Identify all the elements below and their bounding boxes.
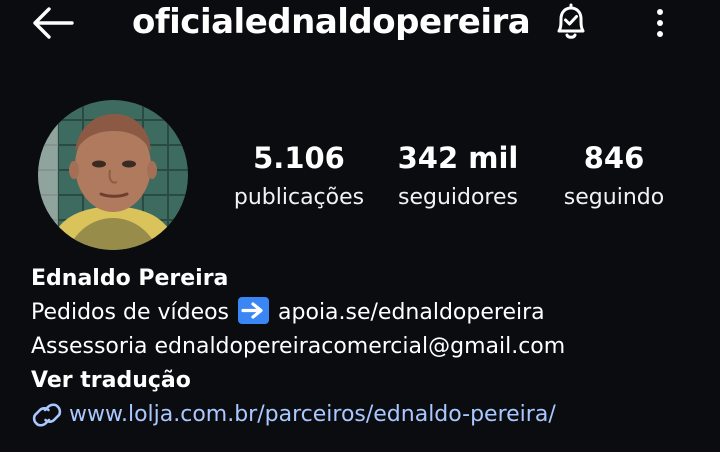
profile-bio: Ednaldo Pereira Pedidos de vídeos apoia.… xyxy=(31,262,565,432)
arrow-right-emoji-icon xyxy=(238,297,270,324)
stat-following[interactable]: 846 seguindo xyxy=(556,138,672,218)
see-translation-button[interactable]: Ver tradução xyxy=(31,364,565,398)
profile-avatar[interactable] xyxy=(38,100,188,250)
profile-external-link[interactable]: www.lolja.com.br/parceiros/ednaldo-perei… xyxy=(31,398,565,432)
stat-followers-label: seguidores xyxy=(397,185,518,210)
profile-link-text[interactable]: www.lolja.com.br/parceiros/ednaldo-perei… xyxy=(69,398,556,432)
more-options-button[interactable] xyxy=(648,4,672,40)
stat-following-value: 846 xyxy=(583,141,645,175)
bio-videos-link[interactable]: apoia.se/ednaldopereira xyxy=(278,300,545,325)
back-button[interactable] xyxy=(30,6,76,40)
bio-line-assessoria: Assessoria ednaldopereiracomercial@gmail… xyxy=(31,334,566,359)
stat-following-label: seguindo xyxy=(563,185,665,210)
bell-check-icon xyxy=(557,3,585,39)
top-bar: oficialednaldopereira xyxy=(0,0,720,48)
stat-followers-value: 342 mil xyxy=(397,141,519,175)
notifications-button[interactable] xyxy=(549,2,593,44)
stat-posts-label: publicações xyxy=(233,185,365,210)
stat-posts-value: 5.106 xyxy=(253,141,345,175)
bio-videos-text: Pedidos de vídeos xyxy=(31,300,230,325)
bio-line-videos: Pedidos de vídeos apoia.se/ednaldopereir… xyxy=(31,296,565,330)
profile-display-name: Ednaldo Pereira xyxy=(31,266,229,291)
stat-followers[interactable]: 342 mil seguidores xyxy=(389,138,527,218)
stat-posts[interactable]: 5.106 publicações xyxy=(226,138,372,218)
profile-photo xyxy=(38,100,188,250)
arrow-left-icon xyxy=(33,7,74,39)
more-vertical-icon xyxy=(657,9,663,37)
profile-username: oficialednaldopereira xyxy=(132,2,531,42)
link-icon xyxy=(32,403,62,427)
